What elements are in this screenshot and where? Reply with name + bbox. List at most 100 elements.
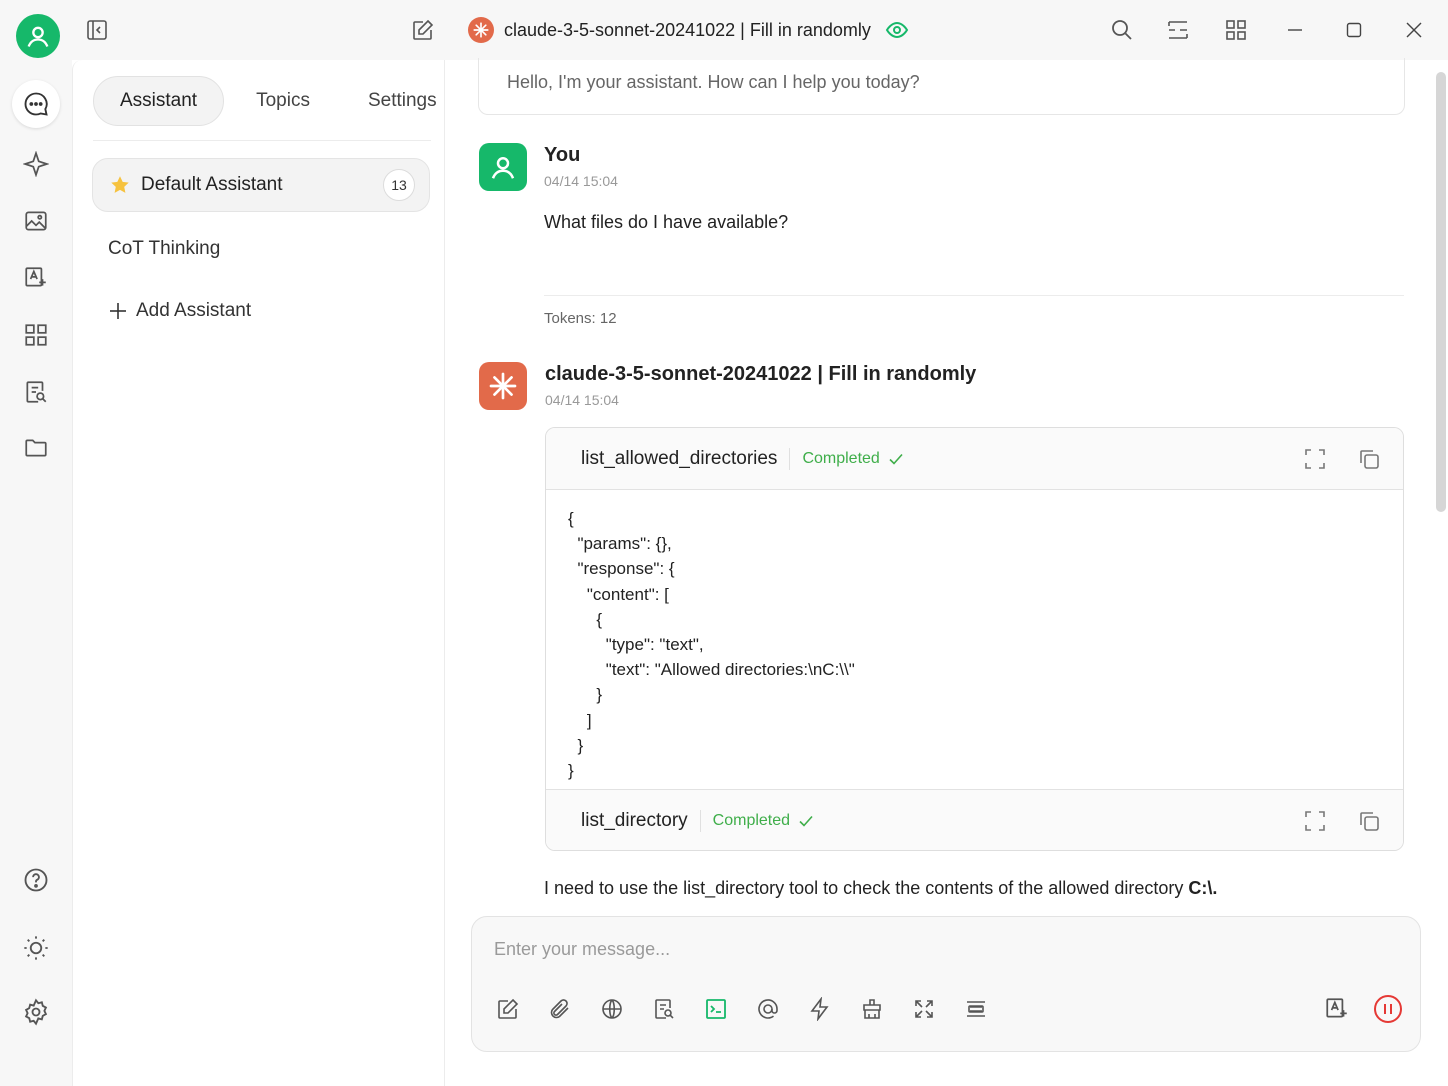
- tool-divider: [789, 447, 791, 470]
- expand-icon[interactable]: [1303, 447, 1327, 471]
- tab-settings[interactable]: Settings: [342, 76, 463, 126]
- expand-icon[interactable]: [1303, 809, 1327, 833]
- list-icon[interactable]: [962, 995, 990, 1023]
- claude-logo-icon: [489, 372, 517, 400]
- eye-icon[interactable]: [885, 18, 909, 42]
- tool-status: Completed: [802, 450, 903, 468]
- at-icon[interactable]: [754, 995, 782, 1023]
- star-icon: [111, 176, 129, 193]
- nav-help[interactable]: [12, 856, 60, 904]
- nav-apps[interactable]: [12, 311, 60, 359]
- tool-name: list_directory: [581, 809, 688, 831]
- tool-name: list_allowed_directories: [581, 447, 778, 469]
- user-icon: [491, 157, 515, 179]
- tool-status-label: Completed: [712, 811, 791, 829]
- tool-status-label: Completed: [802, 449, 880, 467]
- user-message-text: What files do I have available?: [544, 212, 789, 232]
- paperclip-icon[interactable]: [546, 995, 574, 1023]
- composer-right-tools: [1324, 993, 1404, 1025]
- sparkle-icon: [23, 151, 49, 177]
- copy-icon[interactable]: [1357, 447, 1381, 471]
- sidebar-layout-icon[interactable]: [1164, 16, 1192, 44]
- tool-divider: [699, 809, 701, 832]
- message-input[interactable]: [494, 939, 1374, 960]
- terminal-icon[interactable]: [702, 995, 730, 1023]
- translate-icon: [25, 267, 46, 287]
- answer-text: I need to use the list_directory tool to…: [544, 878, 1189, 898]
- topic-count-badge: 13: [383, 169, 415, 201]
- chat-area: Hello, I'm your assistant. How can I hel…: [446, 58, 1448, 1086]
- stop-icon[interactable]: [1372, 993, 1404, 1025]
- tool-status: Completed: [713, 812, 814, 830]
- apps-icon: [25, 324, 47, 346]
- minimize-icon[interactable]: [1281, 16, 1309, 44]
- nav-rail: [0, 60, 72, 1086]
- user-message-avatar: [479, 143, 527, 191]
- translate-icon[interactable]: [1324, 996, 1350, 1022]
- message-composer: [471, 916, 1421, 1052]
- nav-chat[interactable]: [12, 80, 60, 128]
- sidebar-toggle-icon[interactable]: [84, 17, 110, 43]
- title-bar: claude-3-5-sonnet-20241022 | Fill in ran…: [0, 0, 1448, 60]
- nav-agents[interactable]: [12, 140, 60, 188]
- assistant-message-avatar: [479, 362, 527, 410]
- assistant-answer: I need to use the list_directory tool to…: [544, 878, 1217, 899]
- nav-images[interactable]: [12, 197, 60, 245]
- maximize-icon[interactable]: [1340, 16, 1368, 44]
- nav-settings[interactable]: [12, 988, 60, 1036]
- folder-icon: [25, 439, 47, 457]
- panel-divider: [93, 140, 431, 141]
- nav-translate[interactable]: [12, 254, 60, 302]
- tool-output: { "params": {}, "response": { "content":…: [568, 509, 855, 781]
- tool-call-header[interactable]: list_allowed_directories Completed: [546, 428, 1403, 490]
- claude-logo-icon: [468, 17, 494, 43]
- sun-icon: [24, 936, 48, 960]
- help-icon: [24, 868, 48, 892]
- assistant-name: claude-3-5-sonnet-20241022 | Fill in ran…: [545, 363, 977, 385]
- gear-icon: [24, 998, 48, 1026]
- knowledge-icon: [26, 381, 47, 403]
- tool-calls-box: list_allowed_directories Completed { "pa…: [545, 427, 1404, 851]
- grid-icon[interactable]: [1222, 16, 1250, 44]
- model-selector[interactable]: claude-3-5-sonnet-20241022 | Fill in ran…: [468, 14, 909, 46]
- tool-actions: [1303, 809, 1381, 833]
- knowledge-icon[interactable]: [650, 995, 678, 1023]
- user-icon: [27, 26, 49, 47]
- search-icon[interactable]: [1108, 16, 1136, 44]
- tool-actions: [1303, 447, 1381, 471]
- tab-assistant[interactable]: Assistant: [93, 76, 225, 126]
- composer-toolbar: [494, 995, 990, 1023]
- chat-scrollbar[interactable]: [1436, 72, 1446, 512]
- new-chat-icon[interactable]: [410, 17, 436, 43]
- image-icon: [25, 211, 47, 231]
- plus-icon: [110, 303, 126, 319]
- fullscreen-icon[interactable]: [910, 995, 938, 1023]
- chat-icon: [24, 92, 48, 116]
- check-icon: [889, 453, 903, 465]
- add-assistant-button[interactable]: Add Assistant: [108, 300, 251, 322]
- bolt-icon[interactable]: [806, 995, 834, 1023]
- assistants-panel: Assistant Topics Settings Default Assist…: [72, 60, 445, 1086]
- nav-knowledge[interactable]: [12, 368, 60, 416]
- close-icon[interactable]: [1400, 16, 1428, 44]
- user-message-time: 04/14 15:04: [544, 173, 618, 189]
- new-topic-icon[interactable]: [494, 995, 522, 1023]
- assistant-message-time: 04/14 15:04: [545, 392, 619, 408]
- model-title: claude-3-5-sonnet-20241022 | Fill in ran…: [504, 19, 871, 40]
- assistant-name: Default Assistant: [141, 174, 283, 195]
- copy-icon[interactable]: [1357, 809, 1381, 833]
- clear-icon[interactable]: [858, 995, 886, 1023]
- nav-files[interactable]: [12, 424, 60, 472]
- globe-icon[interactable]: [598, 995, 626, 1023]
- greeting-message: Hello, I'm your assistant. How can I hel…: [478, 58, 1405, 115]
- assistant-item-default[interactable]: Default Assistant 13: [92, 158, 430, 212]
- tab-topics[interactable]: Topics: [230, 76, 336, 126]
- nav-theme[interactable]: [12, 924, 60, 972]
- tool-call-header[interactable]: list_directory Completed: [546, 789, 1403, 850]
- assistant-item-cot[interactable]: CoT Thinking: [108, 238, 220, 260]
- user-name: You: [544, 144, 581, 166]
- message-divider: [544, 295, 1404, 296]
- add-assistant-label: Add Assistant: [136, 300, 252, 321]
- user-avatar[interactable]: [16, 14, 60, 58]
- panel-tabs: Assistant Topics Settings: [93, 76, 463, 126]
